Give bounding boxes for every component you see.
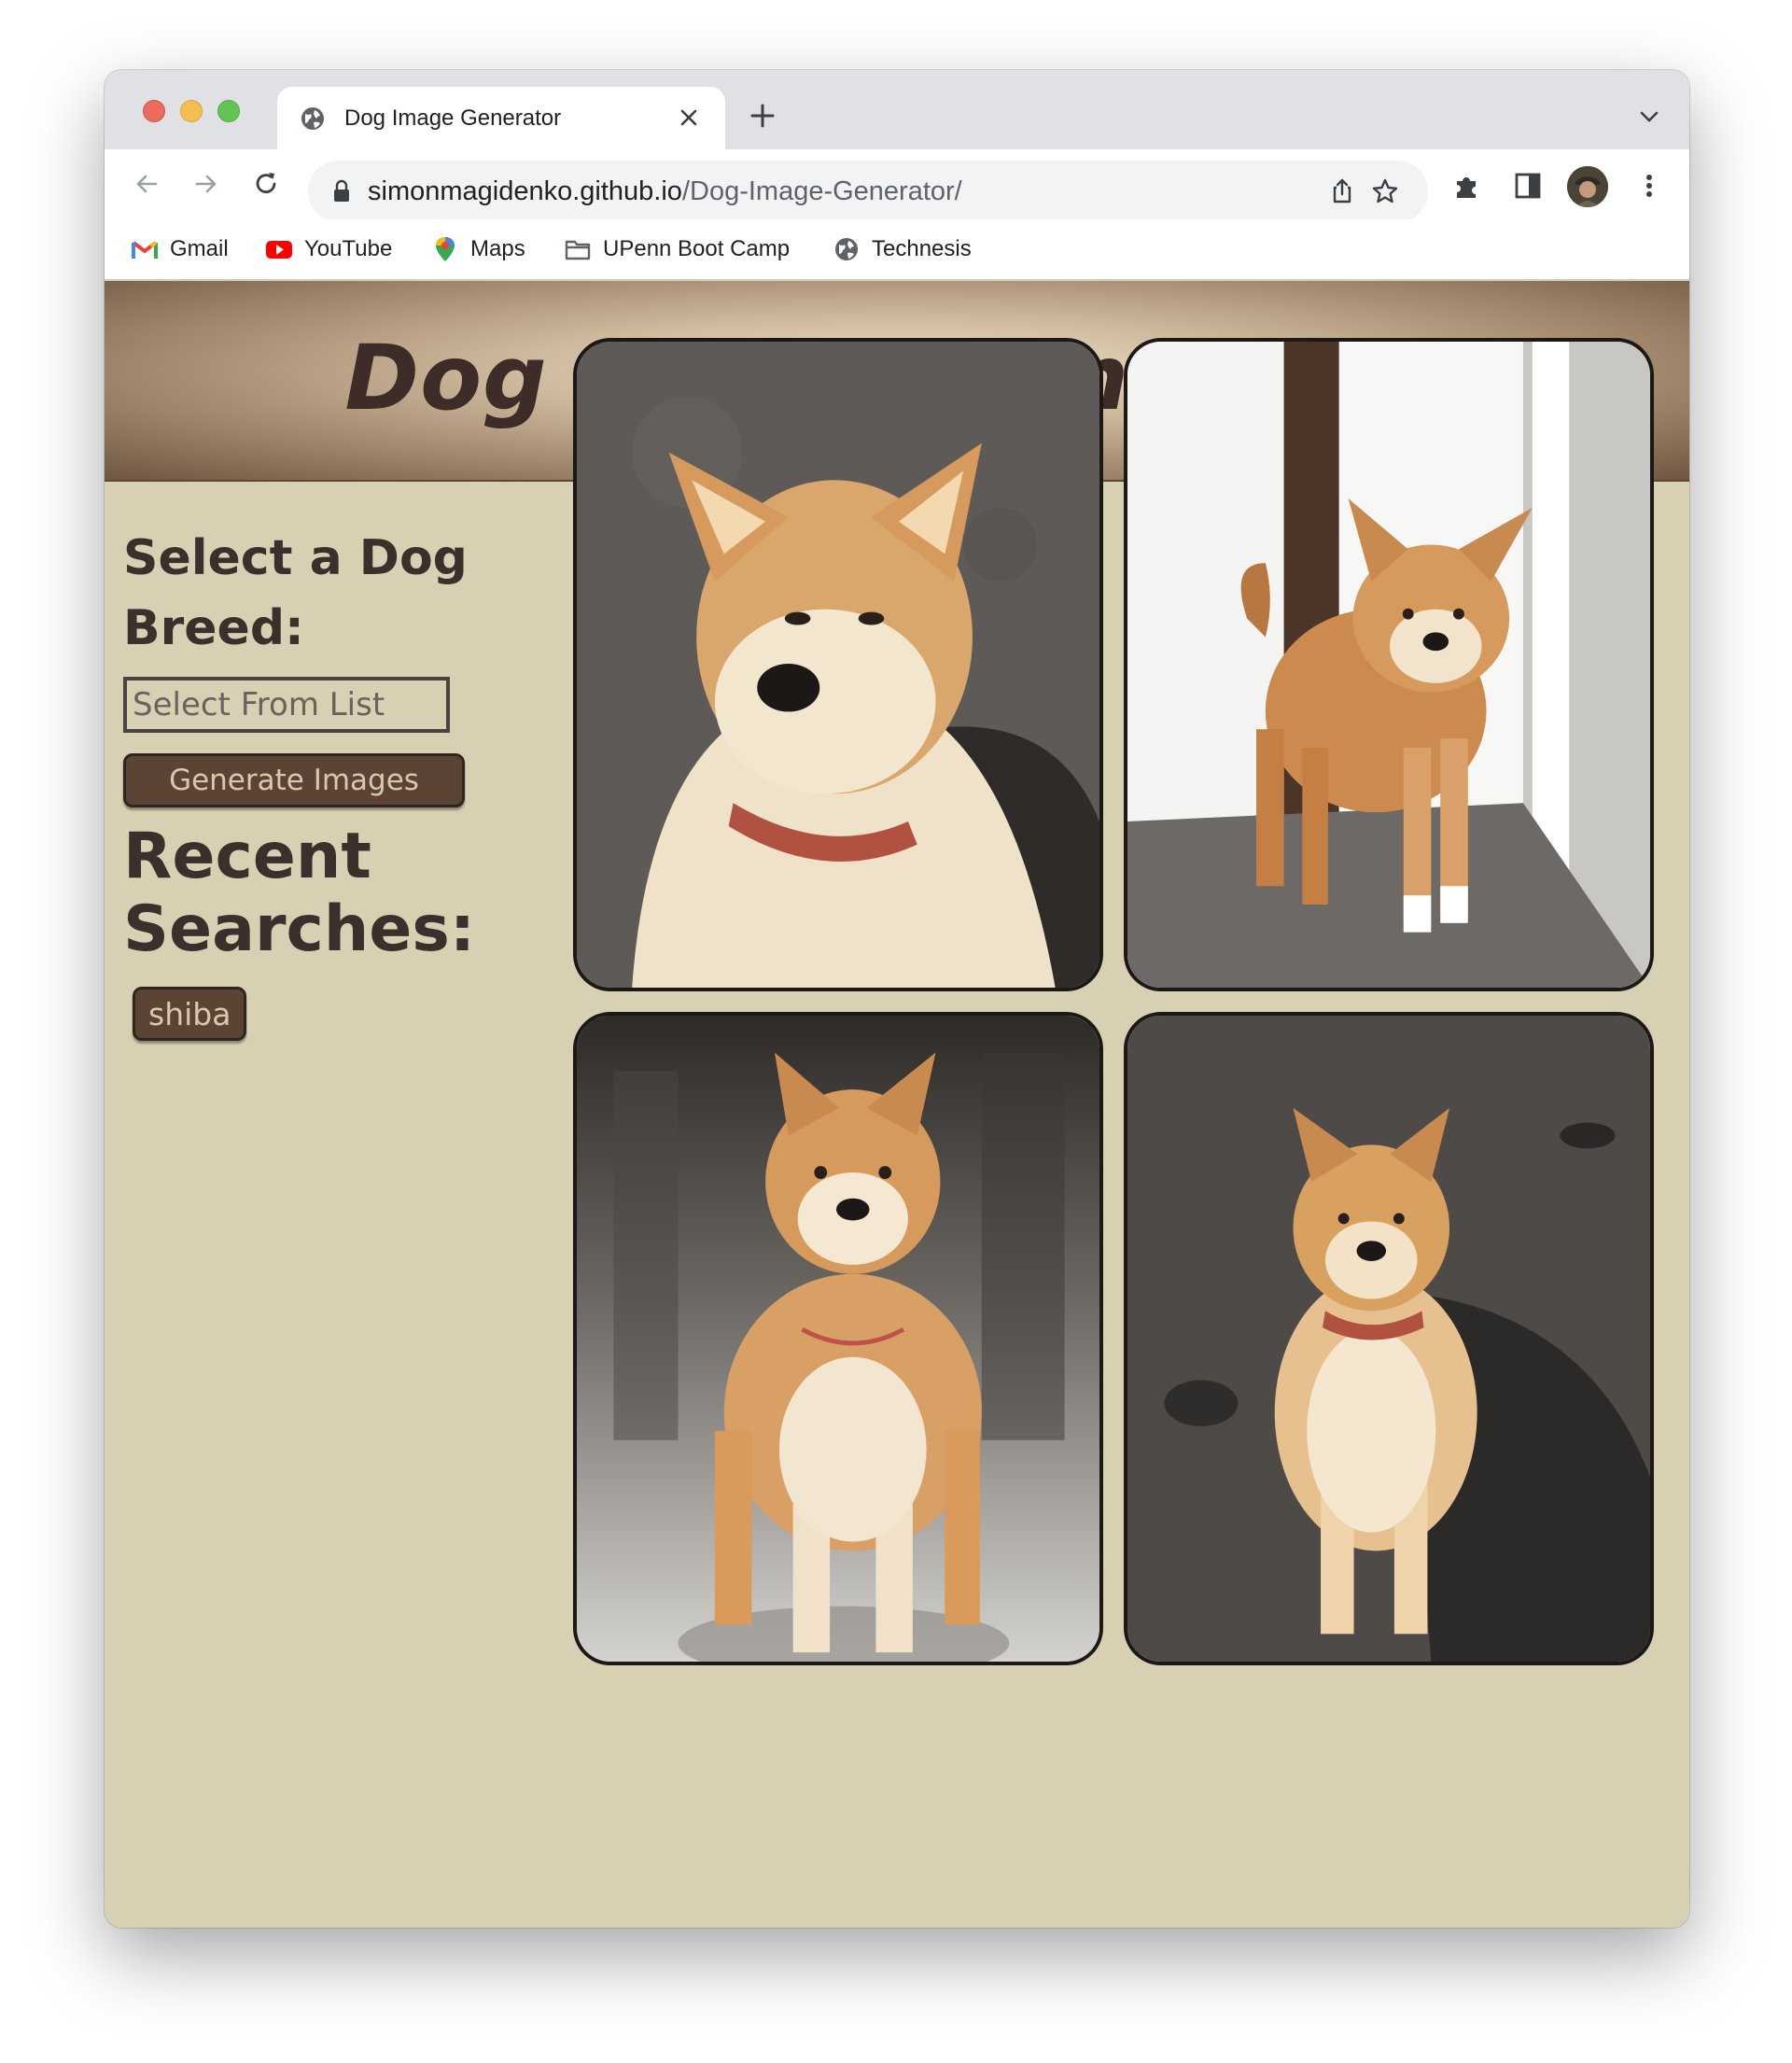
forward-arrow-icon[interactable] [190,168,222,200]
window-maximize-button[interactable] [217,100,240,122]
profile-avatar[interactable] [1567,166,1608,207]
folder-icon [565,240,591,260]
bookmark-upenn-boot-camp[interactable]: UPenn Boot Camp [564,234,790,264]
tab-dog-image-generator[interactable]: Dog Image Generator [277,87,725,149]
reload-icon[interactable] [250,168,282,200]
generate-images-button[interactable]: Generate Images [123,753,465,807]
share-icon[interactable] [1327,176,1357,206]
shiba-photo-3 [577,1016,1099,1662]
dog-image-3 [573,1012,1103,1665]
bookmarks-bar: Gmail YouTube Maps UPenn Boot Camp Techn… [105,219,1689,280]
bookmark-label: Gmail [170,236,229,261]
extensions-puzzle-icon[interactable] [1451,170,1483,202]
bookmark-star-icon[interactable] [1370,176,1400,206]
globe-icon [301,107,324,130]
search-sidebar: Select a Dog Breed: Generate Images Rece… [123,524,515,1041]
tab-title: Dog Image Generator [344,105,562,131]
bookmark-gmail[interactable]: Gmail [131,234,229,264]
url-host: simonmagidenko.github.io [368,176,682,206]
shiba-photo-1 [577,342,1099,988]
bookmark-label: Technesis [872,236,972,261]
url-text[interactable]: simonmagidenko.github.io/Dog-Image-Gener… [368,176,962,207]
bookmark-label: Maps [470,236,525,261]
select-breed-heading: Select a Dog Breed: [123,530,468,656]
new-tab-plus-icon[interactable] [749,102,777,130]
lock-icon[interactable] [332,179,351,203]
side-panel-icon[interactable] [1512,170,1544,202]
dog-image-2 [1124,338,1654,991]
window-close-button[interactable] [143,100,165,122]
bookmark-label: YouTube [304,236,393,261]
page-content: Dog Image Generator Select a Dog Breed: … [105,281,1689,1928]
bookmark-label: UPenn Boot Camp [603,236,791,261]
recent-search-shiba-button[interactable]: shiba [133,987,247,1041]
chevron-down-icon[interactable] [1637,107,1661,126]
shiba-photo-4 [1127,1016,1650,1662]
browser-toolbar: simonmagidenko.github.io/Dog-Image-Gener… [105,149,1689,222]
breed-input[interactable] [123,677,450,733]
globe-icon [835,238,858,260]
bookmark-maps[interactable]: Maps [431,234,525,264]
bookmark-technesis[interactable]: Technesis [833,234,972,264]
url-path: /Dog-Image-Generator/ [681,176,962,206]
kebab-menu-icon[interactable] [1633,170,1665,202]
back-arrow-icon[interactable] [131,168,162,200]
address-bar[interactable]: simonmagidenko.github.io/Dog-Image-Gener… [308,161,1428,222]
dog-image-grid [573,338,1665,1665]
youtube-icon [266,241,292,259]
bookmark-youtube[interactable]: YouTube [265,234,392,264]
close-icon[interactable] [677,105,701,130]
dog-image-1 [573,338,1103,991]
shiba-photo-2 [1127,342,1650,988]
recent-searches-heading: Recent Searches: [123,820,476,966]
gmail-icon [132,241,158,259]
maps-icon [436,237,455,261]
window-minimize-button[interactable] [180,100,203,122]
browser-window: Dog Image Generator simonmagidenko.githu… [105,70,1689,1928]
tab-strip: Dog Image Generator [105,70,1689,149]
dog-image-4 [1124,1012,1654,1665]
